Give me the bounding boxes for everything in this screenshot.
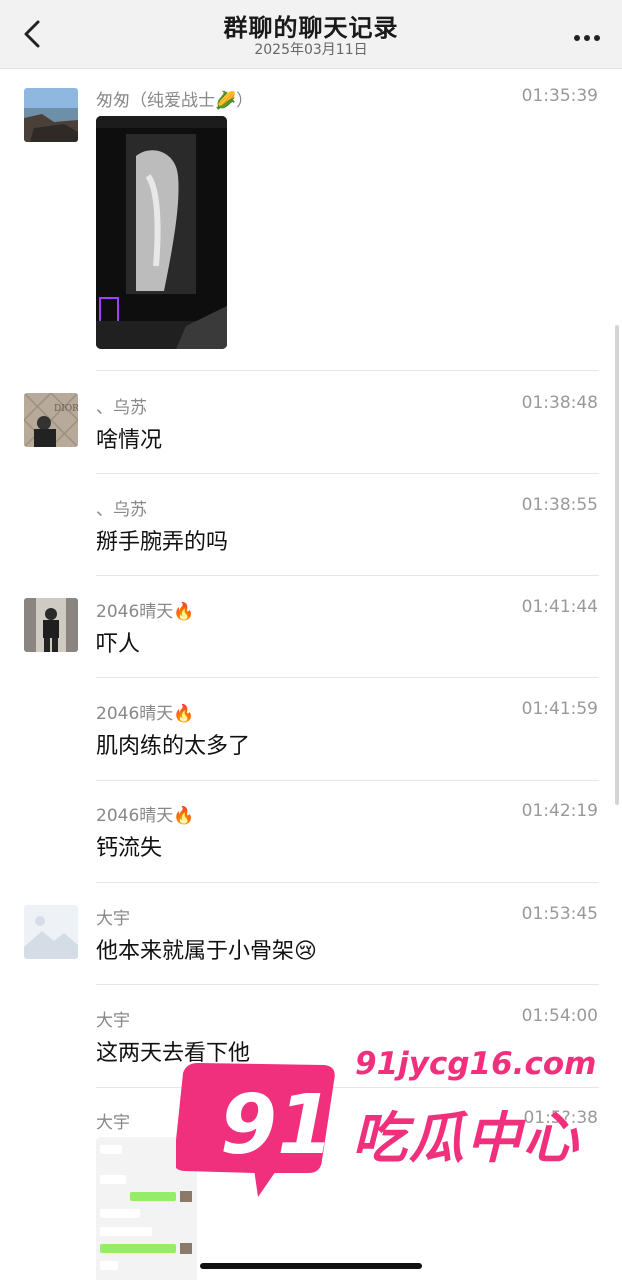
scrollbar[interactable] — [615, 325, 619, 805]
message-time: 01:54:00 — [521, 1006, 598, 1026]
divider — [96, 677, 599, 678]
dot-icon — [584, 35, 590, 41]
home-indicator[interactable] — [200, 1263, 422, 1269]
sender-name: 大宇 — [96, 1113, 130, 1133]
person-photo-icon — [24, 598, 78, 652]
sender-name: 大宇 — [96, 909, 130, 929]
sender-name: 2046晴天 — [96, 602, 174, 622]
sender-name: 2046晴天 — [96, 704, 174, 724]
message-text: 啥情况 — [96, 428, 163, 453]
sender-name: 2046晴天 — [96, 806, 174, 826]
sender-name-suffix: ） — [236, 91, 254, 111]
divider — [96, 473, 599, 474]
message-text: 钙流失 — [96, 836, 163, 861]
avatar[interactable]: DIOR — [24, 393, 78, 447]
message-text: 掰手腕弄的吗 — [96, 530, 229, 555]
sender-name: 大宇 — [96, 1011, 130, 1031]
message-text: 肌肉练的太多了 — [96, 734, 251, 759]
divider — [96, 780, 599, 781]
crying-emoji: 😢 — [294, 939, 317, 964]
avatar[interactable] — [24, 598, 78, 652]
watermark-url: 91jycg16.com — [355, 1046, 597, 1082]
avatar[interactable] — [24, 88, 78, 142]
svg-text:DIOR: DIOR — [54, 404, 78, 414]
dior-photo-icon: DIOR — [24, 393, 78, 447]
message-time: 01:35:39 — [521, 86, 598, 106]
placeholder-image-icon — [24, 905, 78, 959]
message-time: 01:42:19 — [521, 801, 598, 821]
watermark-name: 吃瓜中心 — [352, 1106, 581, 1170]
watermark-number: 91 — [220, 1078, 334, 1173]
corn-emoji: 🌽 — [215, 91, 237, 111]
message-time: 01:38:55 — [521, 495, 598, 515]
dot-icon — [594, 35, 600, 41]
dot-icon — [574, 35, 580, 41]
message-text: 吓人 — [96, 632, 141, 657]
page-subtitle: 2025年03月11日 — [254, 42, 368, 58]
coast-photo-icon — [24, 88, 78, 142]
message-time: 01:41:44 — [521, 597, 598, 617]
sender-name: 、乌苏 — [96, 398, 147, 418]
sender-name: 、乌苏 — [96, 500, 147, 520]
fire-emoji: 🔥 — [173, 806, 195, 826]
divider — [96, 984, 599, 985]
fire-emoji: 🔥 — [173, 704, 195, 724]
fire-emoji: 🔥 — [173, 602, 195, 622]
message-time: 01:38:48 — [521, 393, 598, 413]
sender-name: 匆匆（纯爱战士 — [96, 91, 215, 111]
divider — [96, 882, 599, 883]
xray-image[interactable] — [96, 116, 227, 349]
page-title: 群聊的聊天记录 — [223, 14, 399, 42]
message-time: 01:53:45 — [521, 904, 598, 924]
avatar[interactable] — [24, 905, 78, 959]
divider — [96, 575, 599, 576]
divider — [96, 370, 599, 371]
message-time: 01:41:59 — [521, 699, 598, 719]
message-text: 他本来就属于小骨架 — [96, 939, 295, 964]
top-bar: 群聊的聊天记录 2025年03月11日 — [0, 0, 622, 69]
more-button[interactable] — [572, 26, 608, 42]
